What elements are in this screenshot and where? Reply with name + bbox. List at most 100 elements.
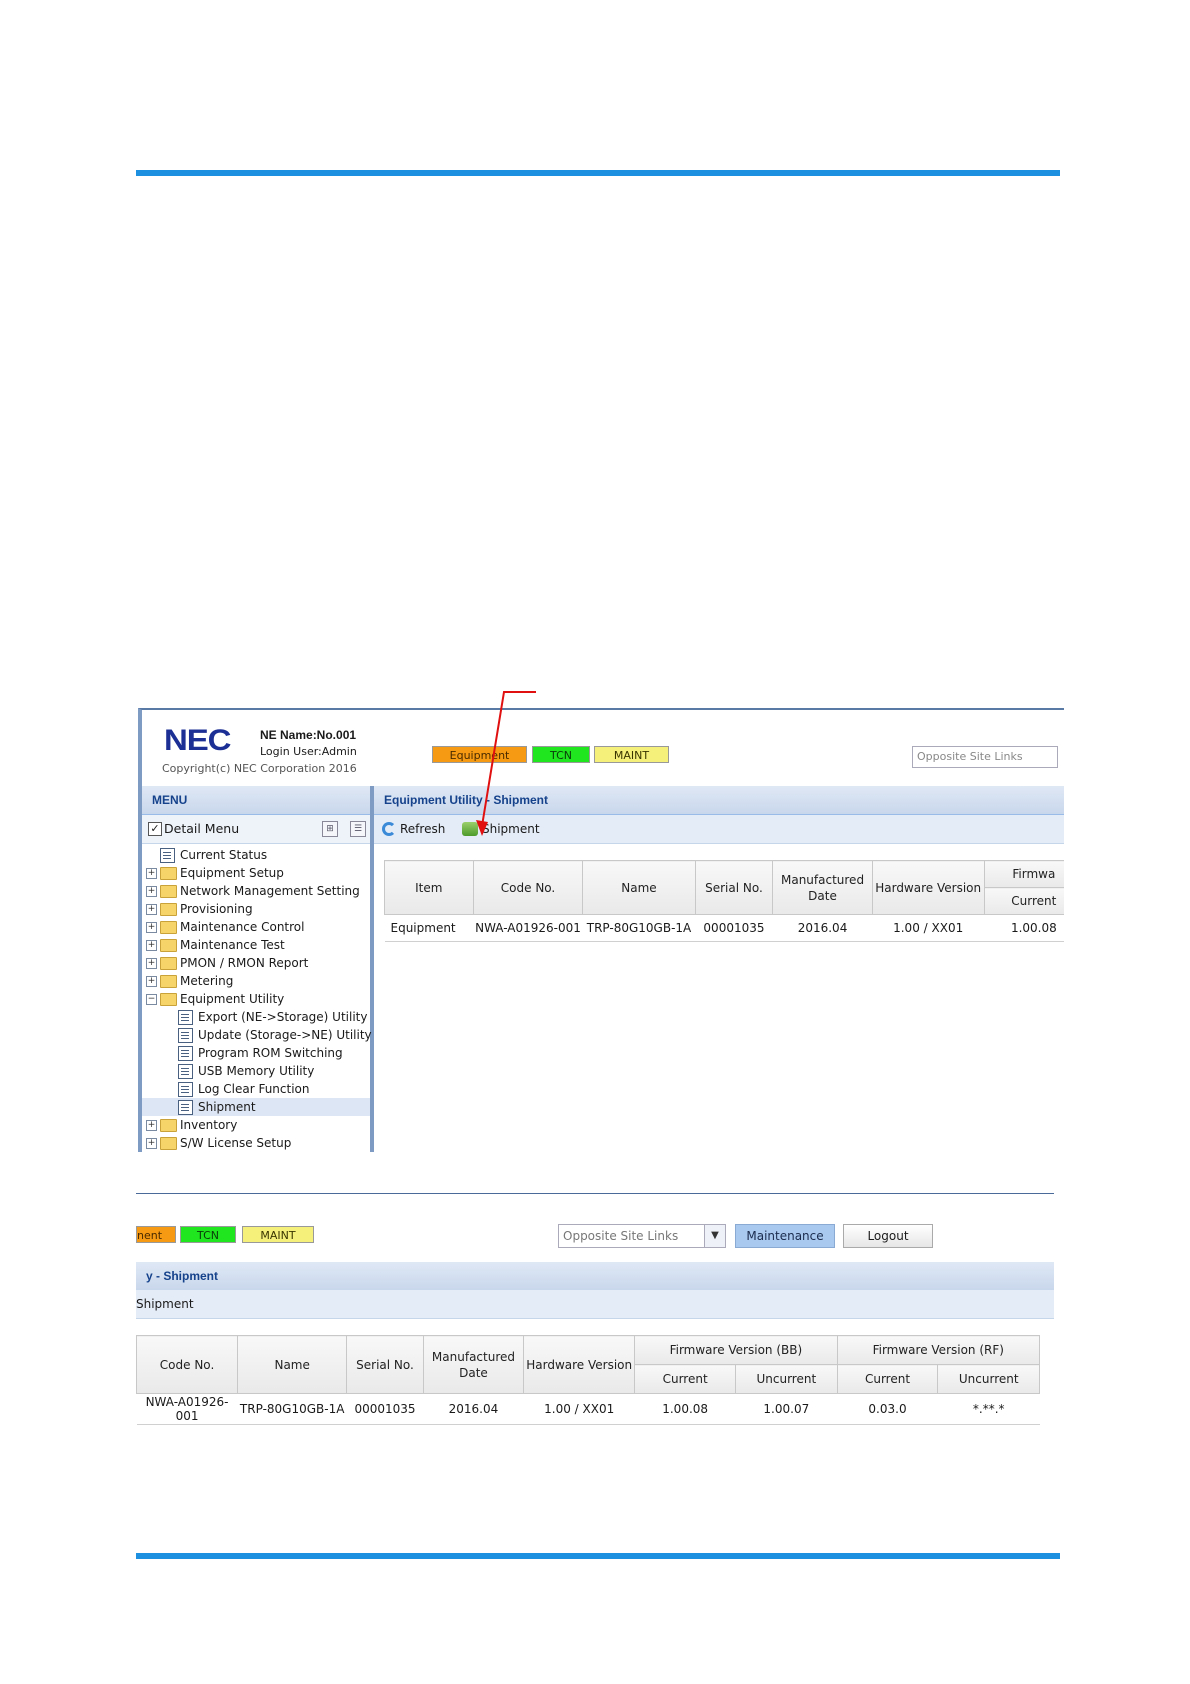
expand-icon[interactable]: + [146,958,157,969]
page-icon [178,1010,193,1025]
menu-item-pmon-rmon-report[interactable]: + PMON / RMON Report [142,954,370,972]
menu-item-equipment-utility[interactable]: − Equipment Utility [142,990,370,1008]
menu-item-provisioning[interactable]: + Provisioning [142,900,370,918]
top-rule [136,170,1060,176]
menu-item-usb-memory-utility[interactable]: USB Memory Utility [142,1062,370,1080]
tcn-badge[interactable]: TCN [180,1226,236,1243]
col-bb-uncurrent: Uncurrent [735,1364,838,1394]
folder-icon [160,885,177,898]
expand-all-icon[interactable]: ⊞ [322,821,338,837]
page-icon [178,1100,193,1115]
expand-icon[interactable]: + [146,886,157,897]
menu-panel: MENU ✓ Detail Menu ⊞ ☰ Current Status + E… [142,786,374,1152]
menu-item-current-status[interactable]: Current Status [142,846,370,864]
tcn-badge[interactable]: TCN [532,746,590,763]
menu-item-program-rom-switching[interactable]: Program ROM Switching [142,1044,370,1062]
col-rf-uncurrent: Uncurrent [937,1364,1040,1394]
menu-tree: Current Status + Equipment Setup + Network… [142,844,372,1152]
menu-item-sw-license-setup[interactable]: + S/W License Setup [142,1134,370,1152]
pane-title: y - Shipment [136,1262,1054,1291]
ne-name: NE Name:No.001 [260,728,357,742]
folder-icon [160,921,177,934]
copyright: Copyright(c) NEC Corporation 2016 [162,762,357,775]
chevron-down-icon[interactable]: ▼ [704,1225,725,1247]
folder-icon [160,957,177,970]
main-pane: Equipment Utility - Shipment Refresh Shi… [374,786,1064,1152]
collapse-all-icon[interactable]: ☰ [350,821,366,837]
shipment-label: Shipment [482,822,540,836]
page-icon [178,1064,193,1079]
menu-title: MENU [142,786,370,815]
col-bb-current: Current [634,1364,737,1394]
expand-icon[interactable]: + [146,940,157,951]
login-user: Login User:Admin [260,745,357,758]
bottom-rule [136,1553,1060,1559]
col-serial-no: Serial No. [694,860,774,915]
opposite-site-links-select[interactable]: Opposite Site Links [912,746,1058,768]
table-row[interactable]: NWA-A01926-001 TRP-80G10GB-1A 00001035 2… [136,1393,1040,1425]
detail-menu-bar: ✓ Detail Menu ⊞ ☰ [142,815,370,844]
shipment-button[interactable]: Shipment [462,815,540,843]
col-firmware-rf: Firmware Version (RF) [836,1335,1041,1365]
shipment-table: Code No. Name Serial No. Manufactured Da… [136,1335,1041,1425]
screenshot-web-ui-full: NEC NE Name:No.001 Login User:Admin Copy… [138,708,1064,1152]
detail-menu-label: Detail Menu [164,821,240,836]
expand-icon[interactable]: + [146,922,157,933]
menu-item-export-utility[interactable]: Export (NE->Storage) Utility [142,1008,370,1026]
table-row[interactable]: Equipment NWA-A01926-001 TRP-80G10GB-1A … [384,914,1064,942]
menu-item-maintenance-control[interactable]: + Maintenance Control [142,918,370,936]
menu-item-maintenance-test[interactable]: + Maintenance Test [142,936,370,954]
col-code-no: Code No. [472,860,584,915]
col-firmware: Firmwa [983,860,1064,888]
expand-icon[interactable]: + [146,1120,157,1131]
menu-item-network-management-setting[interactable]: + Network Management Setting [142,882,370,900]
menu-item-equipment-setup[interactable]: + Equipment Setup [142,864,370,882]
folder-icon [160,903,177,916]
shipment-table: Item Code No. Name Serial No. Manufactur… [384,860,1064,942]
page-icon [178,1046,193,1061]
maint-badge[interactable]: MAINT [242,1226,314,1243]
expand-icon[interactable]: + [146,904,157,915]
menu-item-log-clear-function[interactable]: Log Clear Function [142,1080,370,1098]
expand-icon[interactable]: + [146,976,157,987]
folder-open-icon [160,993,177,1006]
pane-title: Equipment Utility - Shipment [374,786,1064,815]
refresh-icon [382,822,396,836]
menu-item-inventory[interactable]: + Inventory [142,1116,370,1134]
logout-button[interactable]: Logout [843,1224,933,1248]
folder-icon [160,867,177,880]
collapse-icon[interactable]: − [146,994,157,1005]
menu-item-metering[interactable]: + Metering [142,972,370,990]
shipment-button[interactable]: Shipment [136,1297,194,1311]
col-manufactured-date: Manufactured Date [422,1335,525,1394]
folder-icon [160,1119,177,1132]
equipment-badge[interactable]: Equipment [432,746,527,763]
equipment-badge[interactable]: nent [136,1226,176,1243]
expand-icon[interactable]: + [146,1138,157,1149]
col-manufactured-date: Manufactured Date [772,860,873,915]
col-current: Current [983,887,1064,915]
refresh-button[interactable]: Refresh [382,815,445,843]
page-icon [178,1028,193,1043]
maint-badge[interactable]: MAINT [594,746,669,763]
refresh-label: Refresh [400,822,446,836]
col-firmware-bb: Firmware Version (BB) [634,1335,838,1365]
menu-item-shipment[interactable]: Shipment [142,1098,370,1116]
folder-icon [160,1137,177,1150]
screenshot-web-ui-zoomed: nent TCN MAINT Opposite Site Links ▼ Mai… [136,1193,1054,1426]
col-serial-no: Serial No. [346,1335,424,1394]
toolbar: Shipment [136,1290,1054,1319]
col-item: Item [384,860,474,915]
detail-menu-checkbox[interactable]: ✓ [148,822,162,836]
expand-icon[interactable]: + [146,868,157,879]
shipment-icon [462,822,478,836]
maintenance-button[interactable]: Maintenance [735,1224,835,1248]
nec-logo: NEC [164,724,231,757]
col-name: Name [237,1335,348,1394]
menu-item-update-utility[interactable]: Update (Storage->NE) Utility [142,1026,372,1044]
toolbar: Refresh Shipment [374,815,1064,844]
col-hardware-version: Hardware Version [523,1335,636,1394]
opposite-site-links-select[interactable]: Opposite Site Links ▼ [558,1224,726,1248]
col-rf-current: Current [836,1364,939,1394]
folder-icon [160,939,177,952]
